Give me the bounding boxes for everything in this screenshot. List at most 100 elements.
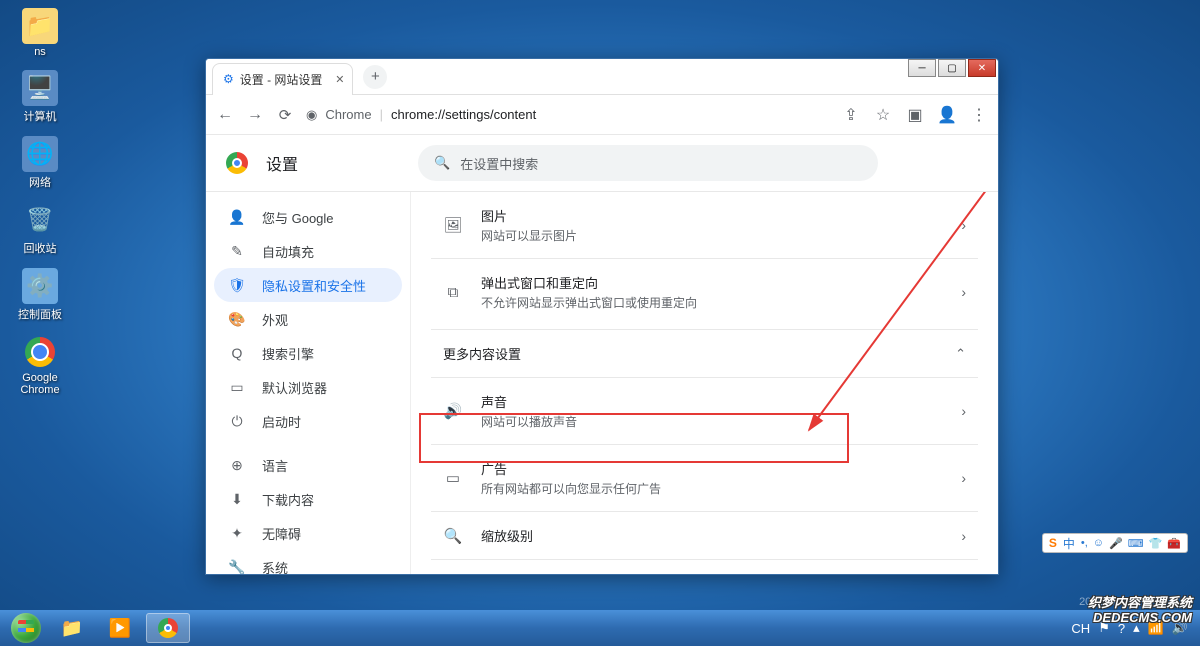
sidebar-item-downloads[interactable]: ⬇下载内容 xyxy=(214,482,402,516)
sidebar-item-system[interactable]: 🔧系统 xyxy=(214,550,402,574)
network-icon: 🌐 xyxy=(22,136,58,172)
desktop-icon-label: ns xyxy=(34,46,46,58)
start-button[interactable] xyxy=(6,610,46,646)
taskbar-item-explorer[interactable]: 📁 xyxy=(50,613,94,643)
ime-mode: 中 xyxy=(1063,535,1075,552)
share-icon[interactable]: ⇪ xyxy=(842,106,860,124)
sidebar-item-appearance[interactable]: 🎨 外观 xyxy=(214,302,402,336)
sound-icon: 🔊 xyxy=(443,402,463,420)
sidebar-item-search-engine[interactable]: Q搜索引擎 xyxy=(214,336,402,370)
new-tab-button[interactable]: + xyxy=(363,65,387,89)
sidebar-item-label: 搜索引擎 xyxy=(262,344,314,363)
settings-body: 👤您与 Google ✎自动填充 🛡隐私设置和安全性 🎨 外观 Q搜索引擎 ▭默认… xyxy=(206,191,998,574)
control-panel-icon: ⚙️ xyxy=(22,268,58,304)
row-title: 弹出式窗口和重定向 xyxy=(481,273,943,292)
popup-icon: ⧉ xyxy=(443,284,463,301)
ime-keyboard-icon[interactable]: ⌨ xyxy=(1128,537,1144,550)
setting-row-popups[interactable]: ⧉ 弹出式窗口和重定向不允许网站显示弹出式窗口或使用重定向 › xyxy=(431,259,978,325)
desktop-icon-chrome[interactable]: Google Chrome xyxy=(10,334,70,396)
settings-main-panel: 🖼 图片网站可以显示图片 › ⧉ 弹出式窗口和重定向不允许网站显示弹出式窗口或使… xyxy=(411,192,998,574)
desktop-icon-recycle-bin[interactable]: 🗑️回收站 xyxy=(10,202,70,256)
settings-search[interactable]: 🔍 在设置中搜索 xyxy=(418,145,878,181)
chevron-right-icon: › xyxy=(961,528,966,544)
reload-button[interactable]: ⟳ xyxy=(276,106,294,124)
sidebar-item-label: 无障碍 xyxy=(262,524,301,543)
tray-lang[interactable]: CH xyxy=(1071,621,1090,636)
taskbar-item-media-player[interactable]: ▶️ xyxy=(98,613,142,643)
tab-title: 设置 - 网站设置 xyxy=(240,71,323,88)
shield-icon: 🛡 xyxy=(228,277,246,294)
ime-punct-icon[interactable]: •, xyxy=(1081,537,1088,550)
desktop-icon-computer[interactable]: 🖥️ 计算机 xyxy=(10,70,70,124)
row-title: 广告 xyxy=(481,459,943,478)
bookmark-icon[interactable]: ☆ xyxy=(874,106,892,124)
window-controls: ─ ▢ ✕ xyxy=(908,59,998,77)
row-title: 缩放级别 xyxy=(481,526,943,545)
taskbar-item-chrome[interactable] xyxy=(146,613,190,643)
row-subtitle: 不允许网站显示弹出式窗口或使用重定向 xyxy=(481,294,943,311)
sidebar-item-label: 自动填充 xyxy=(262,242,314,261)
back-button[interactable]: ← xyxy=(216,106,234,124)
sidebar-item-you-and-google[interactable]: 👤您与 Google xyxy=(214,200,402,234)
sidebar-item-accessibility[interactable]: ✦ 无障碍 xyxy=(214,516,402,550)
url-bar[interactable]: ◉ Chrome | chrome://settings/content xyxy=(306,107,830,123)
chrome-page-icon: ◉ xyxy=(306,107,317,123)
ime-smiley-icon[interactable]: ☺ xyxy=(1093,537,1104,550)
sidebar-item-label: 外观 xyxy=(262,310,288,329)
window-close-button[interactable]: ✕ xyxy=(968,59,996,77)
minimize-button[interactable]: ─ xyxy=(908,59,936,77)
desktop-icon-label: 计算机 xyxy=(24,108,57,124)
titlebar: ⚙ 设置 - 网站设置 ✕ + ─ ▢ ✕ xyxy=(206,59,998,95)
sidebar-item-on-startup[interactable]: ⏻启动时 xyxy=(214,404,402,438)
setting-row-images[interactable]: 🖼 图片网站可以显示图片 › xyxy=(431,192,978,258)
sidebar-item-label: 启动时 xyxy=(262,412,301,431)
row-title: 图片 xyxy=(481,206,943,225)
desktop-icon-ns[interactable]: 📁ns xyxy=(10,8,70,58)
accessibility-icon: ✦ xyxy=(228,525,246,542)
setting-row-ads[interactable]: ▭ 广告所有网站都可以向您显示任何广告 › xyxy=(431,445,978,511)
palette-icon: 🎨 xyxy=(228,311,246,328)
forward-button[interactable]: → xyxy=(246,106,264,124)
section-title: 更多内容设置 xyxy=(443,344,521,363)
chevron-right-icon: › xyxy=(961,470,966,486)
maximize-button[interactable]: ▢ xyxy=(938,59,966,77)
ime-mic-icon[interactable]: 🎤 xyxy=(1109,537,1123,550)
omnibar: ← → ⟳ ◉ Chrome | chrome://settings/conte… xyxy=(206,95,998,135)
sidebar-item-label: 默认浏览器 xyxy=(262,378,327,397)
desktop-icon-network[interactable]: 🌐 网络 xyxy=(10,136,70,190)
desktop-icon-control-panel[interactable]: ⚙️ 控制面板 xyxy=(10,268,70,322)
sidebar-item-default-browser[interactable]: ▭默认浏览器 xyxy=(214,370,402,404)
sidebar-item-label: 下载内容 xyxy=(262,490,314,509)
setting-row-sound[interactable]: 🔊 声音网站可以播放声音 › xyxy=(431,378,978,444)
menu-icon[interactable]: ⋮ xyxy=(970,106,988,124)
desktop-icons: 📁ns 🖥️ 计算机 🌐 网络 🗑️回收站 ⚙️ 控制面板 Google Chrome xyxy=(10,8,70,396)
sidebar-item-autofill[interactable]: ✎自动填充 xyxy=(214,234,402,268)
ime-toolbox-icon[interactable]: 🧰 xyxy=(1167,537,1181,550)
desktop-icon-label: 控制面板 xyxy=(18,306,62,322)
sidebar-item-privacy[interactable]: 🛡隐私设置和安全性 xyxy=(214,268,402,302)
desktop-icon-label: 回收站 xyxy=(24,240,57,256)
desktop-icon-label: 网络 xyxy=(29,174,51,190)
ime-toolbar[interactable]: S 中 •, ☺ 🎤 ⌨ 👕 🧰 xyxy=(1042,533,1188,553)
zoom-icon: 🔍 xyxy=(443,527,463,545)
image-icon: 🖼 xyxy=(443,216,463,234)
sidebar-item-languages[interactable]: ⊕语言 xyxy=(214,448,402,482)
computer-icon: 🖥️ xyxy=(22,70,58,106)
tab-close-icon[interactable]: ✕ xyxy=(335,73,344,86)
settings-header: 设置 🔍 在设置中搜索 xyxy=(206,135,998,191)
section-header-more[interactable]: 更多内容设置 ⌃ xyxy=(431,330,978,377)
row-title: 声音 xyxy=(481,392,943,411)
setting-row-pdf[interactable]: ▤ PDF 文档 › xyxy=(431,560,978,574)
chevron-up-icon: ⌃ xyxy=(955,346,966,362)
sogou-logo-icon: S xyxy=(1049,536,1057,550)
url-prefix: Chrome xyxy=(325,107,371,122)
ime-icons: •, ☺ 🎤 ⌨ 👕 🧰 xyxy=(1081,537,1181,550)
row-subtitle: 所有网站都可以向您显示任何广告 xyxy=(481,480,943,497)
profile-icon[interactable]: 👤 xyxy=(938,106,956,124)
watermark-text-bottom: DEDECMS.COM xyxy=(1093,610,1192,625)
ime-skin-icon[interactable]: 👕 xyxy=(1149,537,1163,550)
setting-row-zoom[interactable]: 🔍 缩放级别 › xyxy=(431,512,978,559)
browser-tab[interactable]: ⚙ 设置 - 网站设置 ✕ xyxy=(212,63,353,95)
extensions-icon[interactable]: ▣ xyxy=(906,106,924,124)
person-icon: 👤 xyxy=(228,209,246,226)
